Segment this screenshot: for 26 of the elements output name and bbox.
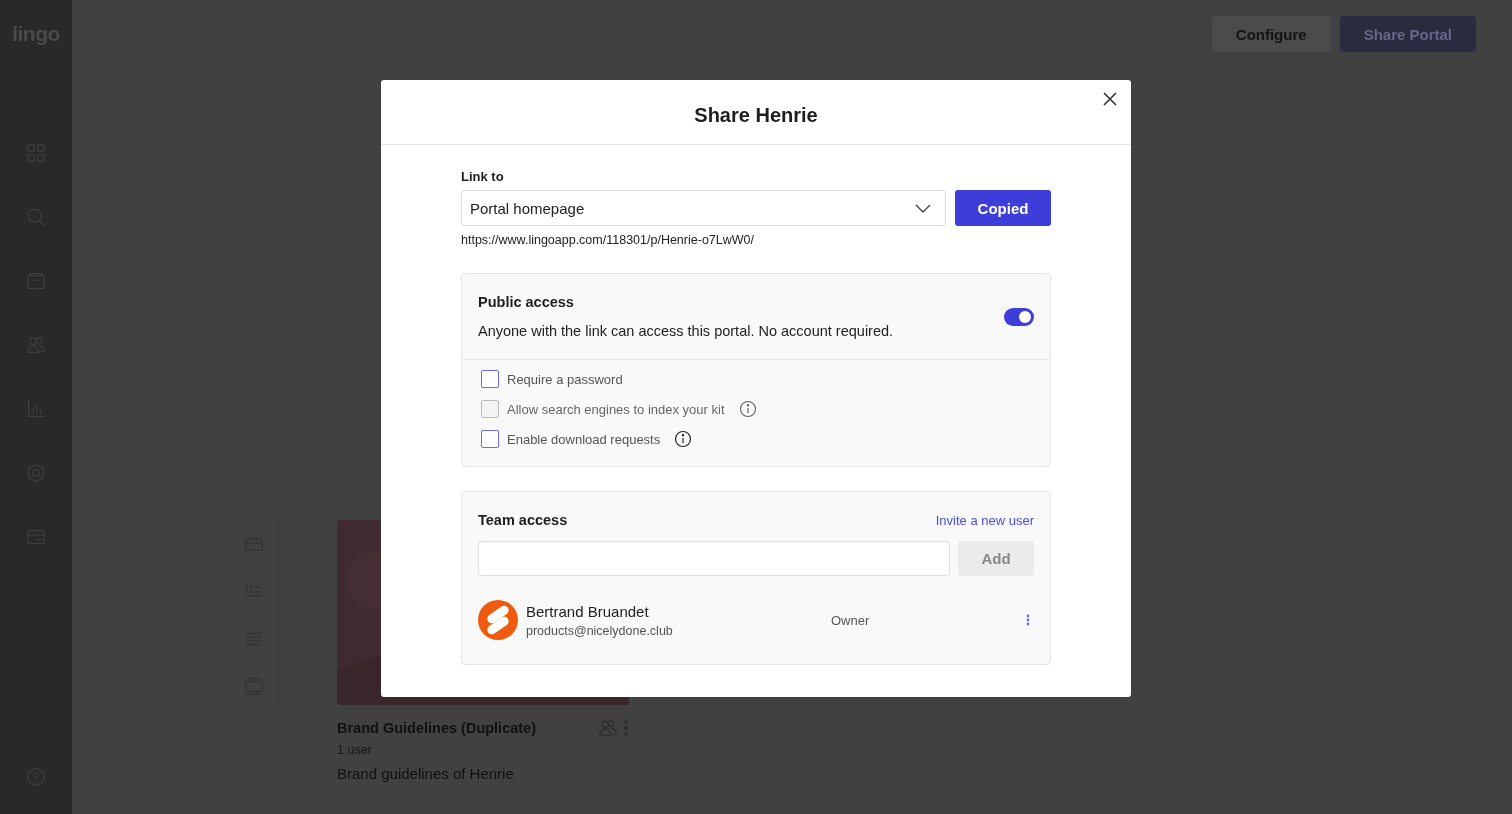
- chevron-down-icon: [915, 203, 931, 213]
- member-role: Owner: [831, 612, 871, 628]
- checkbox[interactable]: [481, 430, 499, 448]
- link-dropdown[interactable]: Portal homepage: [461, 190, 946, 226]
- info-icon[interactable]: [674, 430, 693, 448]
- avatar: [478, 600, 518, 640]
- field-label: Link to: [461, 169, 505, 184]
- share-button[interactable]: Share Portal: [1339, 16, 1476, 52]
- input-field[interactable]: [478, 541, 950, 576]
- section-title: Team access: [478, 512, 568, 528]
- dropdown-value: Portal homepage: [470, 199, 585, 217]
- checkbox-label: Allow search engines to index your kit: [507, 401, 725, 417]
- portal-url: https://www.lingoapp.com/118301/p/Henrie-o7LwW0/: [461, 233, 755, 247]
- add-button[interactable]: Add: [958, 541, 1034, 576]
- copy-button[interactable]: Copied: [955, 190, 1051, 226]
- section-description: Anyone with the link can access this portal. No account required.: [478, 323, 895, 339]
- configure-button[interactable]: Configure: [1211, 16, 1331, 52]
- invite-link[interactable]: Invite a new user: [935, 512, 1034, 528]
- section-title: Public access: [478, 294, 575, 310]
- member-email: products@nicelydone.club: [526, 623, 674, 638]
- checkbox[interactable]: [481, 370, 499, 388]
- checkbox-label: Enable download requests: [507, 431, 661, 447]
- toggle-switch[interactable]: [1004, 307, 1034, 326]
- checkbox-label: Require a password: [507, 371, 623, 387]
- dialog-title: Share Henrie: [694, 103, 818, 127]
- member-name: Bertrand Bruandet: [526, 602, 650, 620]
